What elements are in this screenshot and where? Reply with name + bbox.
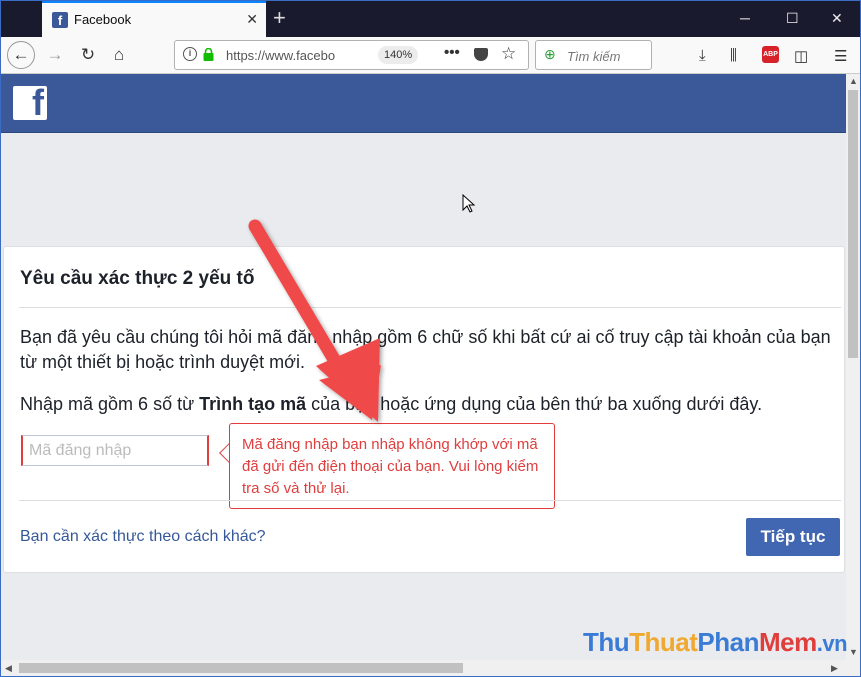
page-title: Yêu cầu xác thực 2 yếu tố (20, 268, 255, 289)
sidebar-icon[interactable]: ◫ (794, 47, 808, 65)
facebook-logo-icon[interactable]: f (13, 82, 47, 123)
search-engine-icon: ⊕ (544, 46, 556, 62)
watermark-part1: Thu (583, 627, 630, 657)
vertical-scroll-thumb[interactable] (848, 90, 858, 358)
mouse-cursor-icon (462, 194, 476, 213)
instruction-paragraph: Nhập mã gồm 6 số từ Trình tạo mã của bạn… (20, 392, 840, 417)
search-box[interactable]: ⊕ Tìm kiếm (535, 40, 652, 70)
error-tooltip: Mã đăng nhập bạn nhập không khớp với mã … (229, 423, 555, 509)
horizontal-scroll-thumb[interactable] (19, 663, 463, 673)
scroll-right-icon[interactable]: ▶ (831, 663, 838, 674)
bookmark-star-icon[interactable]: ☆ (501, 44, 516, 64)
tab-close-icon[interactable]: ✕ (246, 11, 258, 28)
scroll-left-icon[interactable]: ◀ (5, 663, 12, 674)
alternate-verification-link[interactable]: Bạn cần xác thực theo cách khác? (20, 528, 266, 546)
watermark-logo: ThuThuatPhanMem.vn (583, 627, 848, 658)
scroll-up-icon[interactable]: ▲ (849, 76, 858, 86)
page-content: Yêu cầu xác thực 2 yếu tố Bạn đã yêu cầu… (1, 133, 846, 660)
description-paragraph: Bạn đã yêu cầu chúng tôi hỏi mã đăng nhậ… (20, 327, 831, 372)
back-arrow-icon[interactable]: ← (7, 41, 35, 69)
url-text[interactable]: https://www.facebo (226, 48, 338, 63)
continue-button[interactable]: Tiếp tục (746, 518, 840, 556)
library-icon[interactable]: ⫼ (730, 47, 737, 64)
forward-arrow-icon[interactable]: → (41, 41, 69, 69)
search-placeholder[interactable]: Tìm kiếm (567, 49, 620, 64)
watermark-part4: Mem (759, 627, 817, 657)
adblock-plus-icon[interactable]: ABP (762, 46, 779, 63)
code-generator-text: Trình tạo mã (199, 394, 307, 414)
login-code-input[interactable] (23, 436, 207, 465)
watermark-part5: .vn (816, 631, 848, 656)
scroll-down-icon[interactable]: ▼ (849, 647, 858, 657)
lock-icon (203, 48, 214, 61)
title-bar: f Facebook ✕ + ─ ☐ ✕ (1, 1, 860, 37)
footer-divider (19, 500, 841, 501)
page-actions-icon[interactable]: ••• (444, 44, 460, 61)
browser-window: f Facebook ✕ + ─ ☐ ✕ ← → ↻ ⌂ i https://w… (0, 0, 861, 677)
zoom-badge[interactable]: 140% (378, 46, 419, 64)
tab-facebook[interactable]: f Facebook ✕ (42, 1, 266, 37)
horizontal-scrollbar[interactable]: ◀ ▶ (1, 660, 846, 676)
reload-icon[interactable]: ↻ (74, 41, 102, 69)
new-tab-icon[interactable]: + (273, 5, 286, 31)
navigation-toolbar: ← → ↻ ⌂ i https://www.facebo 140% ••• ☆ … (1, 37, 860, 74)
home-icon[interactable]: ⌂ (105, 41, 133, 69)
two-factor-card: Yêu cầu xác thực 2 yếu tố Bạn đã yêu cầu… (3, 246, 845, 573)
instruction-suffix: của bạn hoặc ứng dụng của bên thứ ba xuố… (306, 394, 763, 414)
watermark-part3: Phan (697, 627, 759, 657)
url-bar[interactable]: i https://www.facebo 140% ••• ☆ (174, 40, 529, 70)
window-close-icon[interactable]: ✕ (831, 10, 843, 27)
pocket-icon[interactable] (474, 48, 488, 61)
instruction-prefix: Nhập mã gồm 6 số từ (20, 394, 200, 414)
scrollbar-corner (846, 660, 860, 676)
watermark-part2: Thuat (629, 627, 698, 657)
header-divider (19, 307, 841, 308)
download-icon[interactable]: ⤓ (699, 47, 706, 64)
minimize-icon[interactable]: ─ (740, 10, 750, 26)
site-info-icon[interactable]: i (183, 47, 197, 61)
login-code-field[interactable] (21, 435, 209, 466)
tab-title: Facebook (74, 12, 132, 27)
menu-icon[interactable]: ☰ (834, 47, 847, 65)
facebook-favicon-icon: f (52, 12, 68, 28)
facebook-logo-letter: f (32, 82, 44, 123)
vertical-scrollbar[interactable]: ▲ ▼ (846, 74, 860, 660)
facebook-header: f (1, 74, 846, 133)
maximize-icon[interactable]: ☐ (786, 10, 799, 27)
